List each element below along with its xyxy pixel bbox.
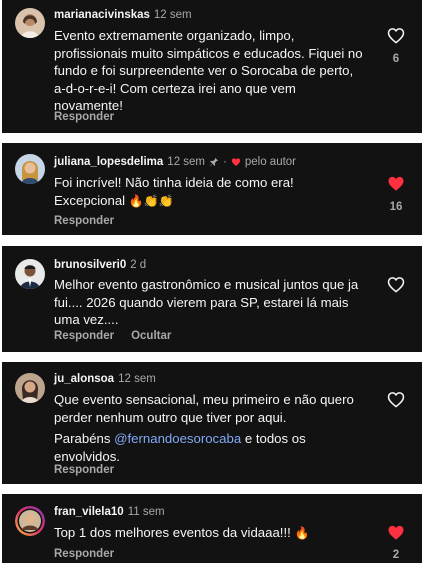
comment-text-main: Top 1 dos melhores eventos da vidaaa!!! bbox=[54, 525, 291, 540]
reply-button[interactable]: Responder bbox=[54, 548, 114, 560]
comment-card: marianacivinskas 12 sem Evento extremame… bbox=[2, 0, 422, 133]
reply-button[interactable]: Responder bbox=[54, 215, 114, 227]
reply-button[interactable]: Responder bbox=[54, 111, 114, 123]
comment-text-part: Parabéns bbox=[54, 431, 115, 446]
mention-link[interactable]: @fernandoesorocaba bbox=[114, 431, 241, 446]
like-count[interactable]: 16 bbox=[384, 201, 408, 213]
username[interactable]: fran_vilela10 bbox=[54, 506, 124, 518]
hide-button[interactable]: Ocultar bbox=[131, 330, 171, 342]
pin-icon bbox=[209, 157, 219, 167]
username[interactable]: ju_alonsoa bbox=[54, 373, 114, 385]
comment-text: Evento extremamente organizado, limpo, p… bbox=[54, 28, 363, 113]
comment-card: ju_alonsoa 12 sem Que evento sensacional… bbox=[2, 362, 422, 484]
reply-button[interactable]: Responder bbox=[54, 464, 114, 476]
comment-text: Foi incrível! Não tinha ideia de como er… bbox=[54, 174, 366, 210]
comment-card: brunosilveri0 2 d Melhor evento gastronô… bbox=[2, 246, 422, 352]
timestamp: 12 sem bbox=[167, 156, 206, 168]
comment-text: Que evento sensacional, meu primeiro e n… bbox=[54, 391, 366, 465]
avatar[interactable] bbox=[15, 8, 45, 38]
comment-card: juliana_lopesdelima 12 sem · pelo autor … bbox=[2, 143, 422, 235]
reply-button[interactable]: Responder bbox=[54, 330, 114, 342]
comment-text-paragraph: Que evento sensacional, meu primeiro e n… bbox=[54, 392, 354, 425]
fire-clap-emojis: 🔥👏👏 bbox=[128, 193, 174, 208]
comment-text-line: Excepcional 🔥👏👏 bbox=[54, 192, 366, 211]
timestamp: 11 sem bbox=[127, 506, 165, 518]
username[interactable]: marianacivinskas bbox=[54, 9, 150, 21]
heart-outline-icon[interactable] bbox=[387, 27, 405, 44]
heart-outline-icon[interactable] bbox=[387, 276, 405, 293]
like-count[interactable]: 2 bbox=[384, 549, 408, 561]
avatar[interactable] bbox=[15, 373, 45, 403]
timestamp: 2 d bbox=[130, 259, 147, 271]
comment-card: fran_vilela10 11 sem Top 1 dos melhores … bbox=[2, 494, 422, 563]
liked-by-author-label: pelo autor bbox=[244, 156, 297, 168]
author-heart-icon bbox=[231, 157, 241, 167]
comment-text: Melhor evento gastronômico e musical jun… bbox=[54, 277, 359, 327]
comment-text: Top 1 dos melhores eventos da vidaaa!!! … bbox=[54, 524, 366, 543]
heart-filled-icon[interactable] bbox=[387, 175, 405, 192]
username[interactable]: juliana_lopesdelima bbox=[54, 156, 163, 168]
fire-emoji: 🔥 bbox=[294, 526, 310, 540]
avatar[interactable] bbox=[15, 259, 45, 289]
comment-text-line-2: Excepcional bbox=[54, 192, 126, 208]
comment-text-paragraph: Parabéns @fernandoesorocaba e todos os e… bbox=[54, 430, 366, 465]
avatar[interactable] bbox=[15, 506, 45, 536]
comment-text-line: Foi incrível! Não tinha ideia de como er… bbox=[54, 175, 294, 190]
timestamp: 12 sem bbox=[153, 9, 192, 21]
avatar[interactable] bbox=[15, 154, 45, 184]
timestamp: 12 sem bbox=[118, 373, 156, 385]
heart-filled-icon[interactable] bbox=[387, 524, 405, 541]
separator-dot: · bbox=[223, 156, 227, 168]
username[interactable]: brunosilveri0 bbox=[54, 259, 126, 271]
like-count[interactable]: 6 bbox=[384, 53, 408, 65]
heart-outline-icon[interactable] bbox=[387, 391, 405, 408]
